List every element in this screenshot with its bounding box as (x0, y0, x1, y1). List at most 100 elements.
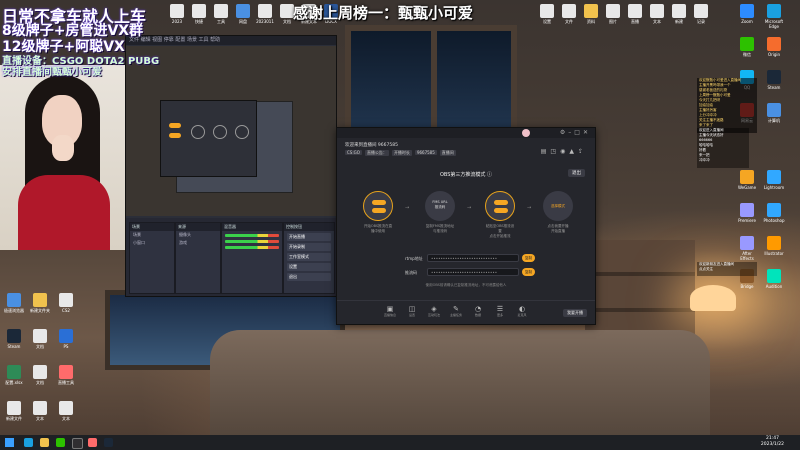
desktop-icon-label: Premiere (738, 218, 756, 223)
desktop-icon[interactable]: Zoom (735, 4, 759, 29)
exit-button[interactable]: 退出 (287, 273, 331, 281)
desktop-icon[interactable]: 文档 (28, 329, 52, 354)
desktop-icon[interactable]: Steam (2, 329, 26, 354)
desktop-icon[interactable]: 图片 (601, 4, 625, 29)
desktop-icon[interactable]: Photoshop (762, 203, 786, 228)
desktop-icon[interactable]: 工具 (209, 4, 233, 29)
desktop-icon[interactable]: Microsoft Edge (762, 4, 786, 29)
step-1: 开始OBS推流在直播中使用 (363, 191, 393, 234)
desktop-icon[interactable]: 新建文件夹 (28, 293, 52, 318)
step-label: 选择模式 (551, 204, 565, 208)
desktop-icon[interactable]: 2023011 (253, 4, 277, 29)
file-icon (33, 329, 47, 343)
copy-rtmp-button[interactable]: 复制 (522, 254, 535, 262)
desktop-icon[interactable]: 新建 (667, 4, 691, 29)
obs-scene-row[interactable]: 场景 (130, 231, 174, 239)
desktop-icon[interactable]: 文件 (557, 4, 581, 29)
user-icon[interactable]: ◉ (560, 148, 569, 155)
windows-start-icon[interactable] (5, 438, 14, 447)
obs-scenes-panel[interactable]: 场景 场景 小窗口 (129, 222, 175, 294)
obs-source-row[interactable]: 摄像头 (176, 231, 220, 239)
toolbar-item[interactable]: ◐ 麦克风 (513, 305, 531, 317)
toolbar-item[interactable]: ◈ 互动玩法 (425, 305, 443, 317)
desktop-icon[interactable]: Audition (762, 269, 786, 294)
obs-source-row[interactable]: 游戏 (176, 239, 220, 247)
start-streaming-button[interactable]: 开始直播 (287, 233, 331, 241)
arrow-icon: → (467, 205, 472, 211)
toolbar-item[interactable]: ☰ 更多 (491, 305, 509, 317)
steam-taskbar-icon[interactable] (104, 438, 113, 447)
desktop-icon[interactable]: 设置 (535, 4, 559, 29)
exit-mode-button[interactable]: 退出 (568, 169, 585, 177)
step-caption: 点击我要开播 开始直播 (547, 224, 569, 233)
obs-scene-row[interactable]: 小窗口 (130, 239, 174, 247)
obs-taskbar-icon[interactable] (72, 438, 83, 449)
maximize-icon[interactable]: □ (574, 129, 583, 136)
desktop-icon[interactable]: After Effects (735, 236, 759, 261)
desktop-icon[interactable]: 文本 (54, 401, 78, 426)
desktop-icon[interactable]: WeGame (735, 170, 759, 195)
desktop-icon[interactable]: 微信 (735, 37, 759, 62)
desktop-icon[interactable]: PS (54, 329, 78, 354)
go-live-button[interactable]: 我要开播 (563, 309, 587, 317)
chat-message: 点点关注 (699, 267, 713, 271)
settings-button[interactable]: 设置 (287, 263, 331, 271)
desktop-icon[interactable]: CS2 (54, 293, 78, 318)
desktop-icon[interactable]: 文本 (645, 4, 669, 29)
desktop-icon[interactable]: 计算机 (762, 103, 786, 128)
header-icons[interactable]: ▤◳◉▲⇪ (541, 148, 587, 155)
desktop-icon[interactable]: 快捷 (187, 4, 211, 29)
desktop-icon[interactable]: 文本 (28, 401, 52, 426)
chat-overlay-2: 欢迎进入直播间 主播今天状态好 666666 哈哈哈哈 好看 来一把 冲冲冲 (697, 128, 749, 168)
avatar[interactable] (522, 129, 530, 137)
window-controls[interactable]: ⚙–□✕ (560, 128, 591, 138)
obs-menubar[interactable]: 文件 编辑 视图 停靠 配置 场景 工具 帮助 (126, 36, 336, 45)
gift-icon[interactable]: ▤ (541, 148, 551, 155)
toolbar-item[interactable]: ◔ 数据 (469, 305, 487, 317)
nested-app-window[interactable] (160, 100, 257, 177)
desktop-icon[interactable]: 极速浏览器 (2, 293, 26, 318)
badge[interactable]: 直播间 (439, 150, 456, 156)
desktop-icon-label: 2023011 (256, 19, 274, 24)
desktop-icon[interactable]: Lightroom (762, 170, 786, 195)
toolbar-item[interactable]: ◫ 设置 (403, 305, 421, 317)
share-icon[interactable]: ⇪ (578, 148, 587, 155)
obs-sources-panel[interactable]: 来源 摄像头 游戏 (175, 222, 221, 294)
desktop-icon[interactable]: 记录 (689, 4, 713, 29)
copy-key-button[interactable]: 复制 (522, 268, 535, 276)
file-icon (672, 4, 686, 18)
live-tool-taskbar-icon[interactable] (88, 438, 97, 447)
close-icon[interactable]: ✕ (583, 129, 591, 136)
desktop-icon[interactable]: 网盘 (231, 4, 255, 29)
chat-icon[interactable]: ◳ (550, 148, 560, 155)
rtmp-field[interactable]: •••••••••••••••••••••••••••• (427, 254, 519, 262)
desktop-icon[interactable]: 直播 (623, 4, 647, 29)
desktop-icon[interactable]: 文档 (28, 365, 52, 390)
studio-mode-button[interactable]: 工作室模式 (287, 253, 331, 261)
explorer-taskbar-icon[interactable] (40, 438, 49, 447)
badge[interactable]: CS:GO (345, 150, 362, 155)
desktop-icon[interactable]: Steam (762, 70, 786, 95)
taskbar-clock[interactable]: 21:47 2023/1/22 (761, 436, 784, 448)
file-icon (740, 236, 754, 250)
desktop-icon[interactable]: Premiere (735, 203, 759, 228)
toolbar-item[interactable]: ▣ 直播信息 (381, 305, 399, 317)
toolbar-item[interactable]: ✎ 主播任务 (447, 305, 465, 317)
app-titlebar[interactable]: ⚙–□✕ (337, 128, 595, 138)
desktop-icon-label: 计算机 (768, 118, 780, 123)
wechat-taskbar-icon[interactable] (56, 438, 65, 447)
edge-taskbar-icon[interactable] (24, 438, 33, 447)
desktop-icon[interactable]: Illustrator (762, 236, 786, 261)
file-icon (767, 269, 781, 283)
obs-mixer-panel[interactable]: 混音器 (221, 222, 283, 294)
start-recording-button[interactable]: 开始录制 (287, 243, 331, 251)
desktop-icon[interactable]: Origin (762, 37, 786, 62)
desktop-icon[interactable]: 配置.xlsx (2, 365, 26, 390)
desktop-icon[interactable]: 资料 (579, 4, 603, 29)
stream-key-field[interactable]: •••••••••••••••••••••••••••• (427, 268, 519, 276)
stream-assistant-window[interactable]: ⚙–□✕ 欢迎来到直播间 9667585 CS:GO 直播公告： 开播时长 96675… (336, 127, 596, 325)
bell-icon[interactable]: ▲ (569, 148, 578, 155)
desktop-icon[interactable]: 2023 (165, 4, 189, 29)
desktop-icon[interactable]: 直播工具 (54, 365, 78, 390)
desktop-icon[interactable]: 新建文件 (2, 401, 26, 426)
